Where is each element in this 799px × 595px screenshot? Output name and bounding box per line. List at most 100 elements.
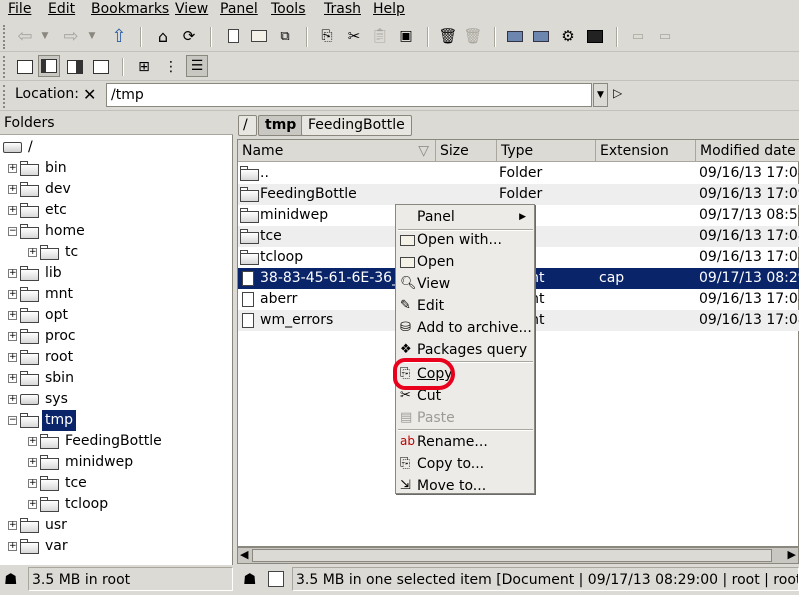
- detailed-view-button[interactable]: ☰: [186, 55, 208, 77]
- folder-icon: [20, 539, 39, 554]
- unmount-button[interactable]: [530, 25, 552, 47]
- tree-pane-icon: [41, 59, 57, 73]
- collapse-icon[interactable]: −: [8, 227, 17, 236]
- menu-file[interactable]: File: [8, 0, 31, 20]
- tree-pane-view-button[interactable]: [38, 55, 60, 77]
- column-header-modified[interactable]: Modified date: [696, 140, 799, 162]
- copy-button[interactable]: ⎘: [316, 25, 338, 47]
- column-header-extension[interactable]: Extension: [596, 140, 696, 162]
- clear-location-icon[interactable]: ✕: [83, 85, 96, 104]
- folder-icon: [240, 208, 259, 223]
- expand-icon[interactable]: +: [8, 521, 17, 530]
- expand-icon[interactable]: +: [8, 395, 17, 404]
- menu-help[interactable]: Help: [373, 0, 405, 20]
- status-properties-icon[interactable]: [268, 571, 284, 587]
- single-pane-view-button[interactable]: [14, 56, 36, 78]
- file-row[interactable]: FeedingBottle Folder 09/16/13 17:09:: [238, 184, 799, 205]
- column-header-size[interactable]: Size: [436, 140, 497, 162]
- expand-icon[interactable]: +: [8, 269, 17, 278]
- trash-button[interactable]: 🗑︎: [437, 25, 459, 47]
- ctx-item-copy-to[interactable]: ⎘ Copy to...: [397, 453, 534, 475]
- folder-icon: [40, 476, 59, 491]
- menu-trash[interactable]: Trash: [324, 0, 361, 20]
- refresh-button[interactable]: ⟳: [178, 25, 200, 47]
- file-row[interactable]: .. Folder 09/16/13 17:08:: [238, 163, 799, 184]
- scroll-thumb[interactable]: [252, 549, 772, 562]
- expand-icon[interactable]: +: [28, 500, 37, 509]
- ctx-item-open-with[interactable]: Open with...: [397, 229, 534, 251]
- tree-item-label: bin: [45, 160, 67, 176]
- new-file-icon: [227, 29, 239, 43]
- expand-icon[interactable]: +: [28, 437, 37, 446]
- go-button[interactable]: ▷: [613, 86, 622, 100]
- location-dropdown-button[interactable]: ▼: [593, 83, 608, 107]
- expand-icon[interactable]: +: [8, 311, 17, 320]
- settings-button[interactable]: ⚙: [557, 25, 579, 47]
- back-history-button[interactable]: ▼: [38, 25, 52, 47]
- menu-bookmarks[interactable]: Bookmarks: [91, 0, 169, 20]
- menu-edit[interactable]: Edit: [48, 0, 75, 20]
- toolbar-handle[interactable]: [3, 25, 7, 49]
- ctx-item-paste[interactable]: ▤ Paste: [397, 407, 534, 429]
- ctx-item-panel[interactable]: Panel ▶: [397, 206, 534, 228]
- breadcrumb-tmp[interactable]: tmp: [258, 115, 304, 136]
- link-icon: ⧉: [280, 28, 290, 44]
- icon-view-button[interactable]: ⊞: [133, 56, 155, 78]
- cut-button[interactable]: ✂: [343, 25, 365, 47]
- ctx-item-view[interactable]: 🔍︎ View: [397, 273, 534, 295]
- horizontal-scrollbar[interactable]: ◀ ▶: [237, 547, 799, 564]
- ctx-item-edit[interactable]: ✎ Edit: [397, 295, 534, 317]
- bookmark-remove-button[interactable]: ▭: [654, 25, 676, 47]
- new-folder-button[interactable]: [248, 25, 270, 47]
- toolbar-handle[interactable]: [3, 56, 7, 78]
- expand-icon[interactable]: +: [8, 374, 17, 383]
- column-header-name[interactable]: Name ▽: [238, 140, 436, 162]
- archive-icon: ⛁: [400, 320, 411, 335]
- expand-icon[interactable]: +: [8, 542, 17, 551]
- main-toolbar: ⇦ ▼ ⇨ ▼ ⇧ ⌂ ⟳ ⧉ ⎘ ✂ 📋︎ ▣ 🗑︎ 🗑︎ ⚙ ▭ ▭: [0, 21, 799, 52]
- tree-item-label: minidwep: [65, 454, 134, 470]
- ctx-item-add-to-archive[interactable]: ⛁ Add to archive...: [397, 317, 534, 339]
- ctx-item-rename[interactable]: ab Rename...: [397, 431, 534, 453]
- collapse-icon[interactable]: −: [8, 416, 17, 425]
- breadcrumb-root[interactable]: /: [238, 115, 257, 136]
- expand-icon[interactable]: +: [28, 248, 37, 257]
- empty-trash-button[interactable]: 🗑︎: [462, 25, 484, 47]
- menu-tools-label: Tools: [271, 1, 306, 17]
- location-input[interactable]: /tmp: [106, 83, 592, 107]
- expand-icon[interactable]: +: [8, 185, 17, 194]
- menu-panel[interactable]: Panel: [220, 0, 258, 20]
- mount-button[interactable]: [504, 25, 526, 47]
- expand-icon[interactable]: +: [8, 290, 17, 299]
- column-header-type[interactable]: Type: [497, 140, 596, 162]
- forward-button[interactable]: ⇨: [60, 25, 82, 47]
- scroll-left-icon[interactable]: ◀: [240, 548, 248, 561]
- paste-button[interactable]: 📋︎: [369, 25, 391, 47]
- home-button[interactable]: ⌂: [152, 25, 174, 47]
- scroll-right-icon[interactable]: ▶: [788, 548, 796, 561]
- menu-view[interactable]: View: [175, 0, 208, 20]
- toolbar-handle[interactable]: [3, 85, 7, 108]
- ctx-item-move-to[interactable]: ⇲ Move to...: [397, 475, 534, 497]
- split-pane-view-button[interactable]: [64, 56, 86, 78]
- new-link-button[interactable]: ⧉: [274, 25, 296, 47]
- terminal-button[interactable]: [584, 25, 606, 47]
- expand-icon[interactable]: +: [28, 458, 37, 467]
- expand-icon[interactable]: +: [28, 479, 37, 488]
- three-pane-view-button[interactable]: [90, 56, 112, 78]
- expand-icon[interactable]: +: [8, 353, 17, 362]
- properties-button[interactable]: ▣: [395, 25, 417, 47]
- up-button[interactable]: ⇧: [108, 25, 130, 47]
- ctx-item-open[interactable]: Open: [397, 251, 534, 273]
- compact-view-button[interactable]: ⋮: [160, 56, 182, 78]
- back-button[interactable]: ⇦: [14, 25, 36, 47]
- status-right: 3.5 MB in one selected item [Document | …: [292, 567, 799, 591]
- expand-icon[interactable]: +: [8, 206, 17, 215]
- breadcrumb-feedingbottle[interactable]: FeedingBottle: [301, 115, 412, 136]
- expand-icon[interactable]: +: [8, 332, 17, 341]
- expand-icon[interactable]: +: [8, 164, 17, 173]
- bookmark-add-button[interactable]: ▭: [627, 25, 649, 47]
- menu-tools[interactable]: Tools: [271, 0, 306, 20]
- new-file-button[interactable]: [222, 25, 244, 47]
- forward-history-button[interactable]: ▼: [85, 25, 99, 47]
